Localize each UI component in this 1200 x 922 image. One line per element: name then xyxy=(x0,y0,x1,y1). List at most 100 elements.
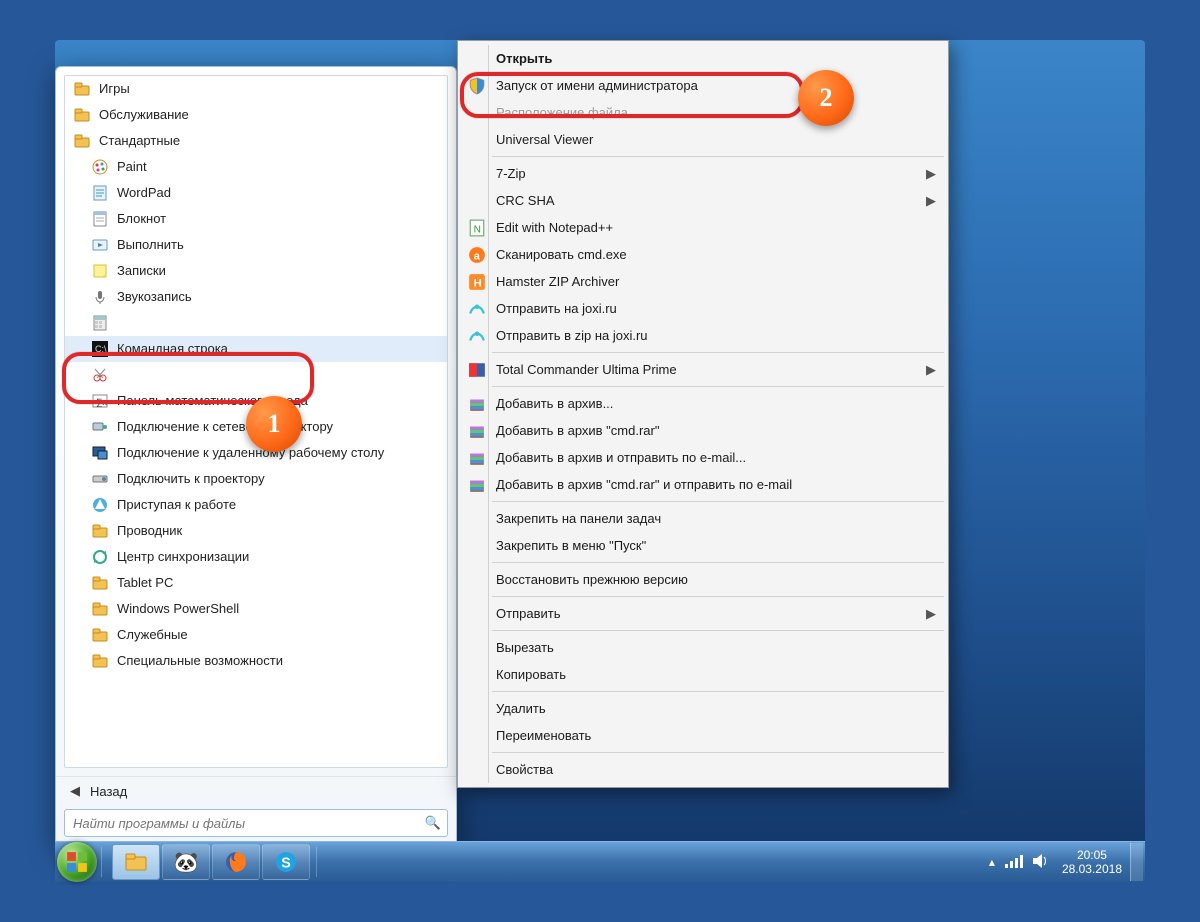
context-menu-item[interactable]: Восстановить прежнюю версию xyxy=(460,566,946,593)
program-item[interactable]: Калькулятор xyxy=(65,310,447,336)
explorer-icon xyxy=(91,522,109,540)
context-menu-item[interactable]: Отправить в zip на joxi.ru xyxy=(460,322,946,349)
program-item-label: Подключение к сетевому проектору xyxy=(117,414,333,440)
context-menu-item[interactable]: Universal Viewer xyxy=(460,126,946,153)
back-button[interactable]: ◀ Назад xyxy=(56,776,456,805)
joxi-icon xyxy=(468,300,486,318)
context-menu-item-label: 7-Zip xyxy=(496,160,526,187)
context-menu-item-label: CRC SHA xyxy=(496,187,555,214)
taskbar-clock[interactable]: 20:05 28.03.2018 xyxy=(1062,848,1122,876)
context-menu-item[interactable]: HHamster ZIP Archiver xyxy=(460,268,946,295)
start-button[interactable] xyxy=(57,842,97,882)
context-menu-item[interactable]: Добавить в архив и отправить по e-mail..… xyxy=(460,444,946,471)
program-folder[interactable]: Служебные xyxy=(65,622,447,648)
context-menu-item-label: Удалить xyxy=(496,695,546,722)
program-folder[interactable]: Обслуживание xyxy=(65,102,447,128)
program-item-label: Специальные возможности xyxy=(117,648,283,674)
hamster-icon: H xyxy=(468,273,486,291)
folder-icon xyxy=(91,652,109,670)
program-item[interactable]: Подключить к проектору xyxy=(65,466,447,492)
program-item-label: Звукозапись xyxy=(117,284,192,310)
context-menu-item[interactable]: Расположение файла xyxy=(460,99,946,126)
context-menu-separator xyxy=(492,352,944,353)
wordpad-icon xyxy=(91,184,109,202)
context-menu-item[interactable]: Total Commander Ultima Prime ▶ xyxy=(460,356,946,383)
context-menu-item[interactable]: Добавить в архив "cmd.rar" xyxy=(460,417,946,444)
context-menu-item[interactable]: Копировать xyxy=(460,661,946,688)
context-menu-item-label: Закрепить в меню "Пуск" xyxy=(496,532,646,559)
clock-date: 28.03.2018 xyxy=(1062,862,1122,876)
context-menu-item[interactable]: Отправить на joxi.ru xyxy=(460,295,946,322)
program-item[interactable]: Звукозапись xyxy=(65,284,447,310)
program-item[interactable]: Проводник xyxy=(65,518,447,544)
tray-chevron-icon[interactable]: ▴ xyxy=(989,855,995,869)
avast-icon: a xyxy=(468,246,486,264)
program-item[interactable]: WordPad xyxy=(65,180,447,206)
winrar-icon xyxy=(468,449,486,467)
context-menu-separator xyxy=(492,562,944,563)
context-menu-item[interactable]: Закрепить в меню "Пуск" xyxy=(460,532,946,559)
context-menu-item[interactable]: CRC SHA ▶ xyxy=(460,187,946,214)
context-menu-item[interactable]: Открыть xyxy=(460,45,946,72)
taskbar-pin-explorer[interactable] xyxy=(112,844,160,880)
program-item[interactable]: Центр синхронизации xyxy=(65,544,447,570)
program-item[interactable]: Подключение к удаленному рабочему столу xyxy=(65,440,447,466)
firefox-icon xyxy=(225,851,247,873)
context-menu-separator xyxy=(492,596,944,597)
svg-text:H: H xyxy=(474,277,482,289)
program-item[interactable]: Блокнот xyxy=(65,206,447,232)
run-icon xyxy=(91,236,109,254)
sync-icon xyxy=(91,548,109,566)
program-folder[interactable]: Tablet PC xyxy=(65,570,447,596)
context-menu-item[interactable]: Свойства xyxy=(460,756,946,783)
context-menu-item[interactable]: Закрепить на панели задач xyxy=(460,505,946,532)
taskbar-pin-skype[interactable]: S xyxy=(262,844,310,880)
taskbar-pin-firefox[interactable] xyxy=(212,844,260,880)
program-folder[interactable]: Windows PowerShell xyxy=(65,596,447,622)
context-menu-item[interactable]: Добавить в архив... xyxy=(460,390,946,417)
program-item[interactable]: Приступая к работе xyxy=(65,492,447,518)
context-menu-item[interactable]: Вырезать xyxy=(460,634,946,661)
svg-text:C:\: C:\ xyxy=(95,344,107,354)
program-item-label: Приступая к работе xyxy=(117,492,236,518)
program-item[interactable]: Paint xyxy=(65,154,447,180)
context-menu-item[interactable]: Удалить xyxy=(460,695,946,722)
svg-text:∑x: ∑x xyxy=(96,397,107,407)
program-item[interactable]: ∑xПанель математического ввода xyxy=(65,388,447,414)
program-item[interactable]: Выполнить xyxy=(65,232,447,258)
folder-icon xyxy=(73,106,91,124)
context-menu-item-label: Сканировать cmd.exe xyxy=(496,241,627,268)
submenu-arrow-icon: ▶ xyxy=(926,356,936,383)
context-menu-item[interactable]: Запуск от имени администратора xyxy=(460,72,946,99)
context-menu-item[interactable]: NEdit with Notepad++ xyxy=(460,214,946,241)
context-menu-item[interactable]: Переименовать xyxy=(460,722,946,749)
program-item-label: Подключение к удаленному рабочему столу xyxy=(117,440,384,466)
submenu-arrow-icon: ▶ xyxy=(926,187,936,214)
skype-icon: S xyxy=(275,851,297,873)
context-menu-item[interactable]: Добавить в архив "cmd.rar" и отправить п… xyxy=(460,471,946,498)
program-item[interactable]: C:\Командная строка xyxy=(65,336,447,362)
show-desktop-button[interactable] xyxy=(1130,843,1143,881)
program-item[interactable]: Подключение к сетевому проектору xyxy=(65,414,447,440)
context-menu-item-label: Закрепить на панели задач xyxy=(496,505,661,532)
search-input[interactable] xyxy=(71,815,425,832)
search-box[interactable]: 🔍 xyxy=(64,809,448,837)
program-folder[interactable]: Игры xyxy=(65,76,447,102)
context-menu-item[interactable]: 7-Zip ▶ xyxy=(460,160,946,187)
program-item[interactable]: Ножницы xyxy=(65,362,447,388)
program-folder[interactable]: Стандартные xyxy=(65,128,447,154)
program-list: ИгрыОбслуживаниеСтандартныеPaintWordPadБ… xyxy=(64,75,448,768)
program-item-label: Paint xyxy=(117,154,147,180)
volume-icon[interactable] xyxy=(1033,854,1049,871)
svg-text:a: a xyxy=(474,250,481,262)
rdp-icon xyxy=(91,444,109,462)
network-icon[interactable] xyxy=(1005,854,1023,871)
taskbar-pin-app[interactable]: 🐼 xyxy=(162,844,210,880)
program-item[interactable]: Записки xyxy=(65,258,447,284)
context-menu-item-label: Total Commander Ultima Prime xyxy=(496,356,677,383)
program-folder[interactable]: Специальные возможности xyxy=(65,648,447,674)
context-menu-item[interactable]: a Сканировать cmd.exe xyxy=(460,241,946,268)
submenu-arrow-icon: ▶ xyxy=(926,160,936,187)
context-menu-item[interactable]: Отправить▶ xyxy=(460,600,946,627)
taskbar-separator xyxy=(101,847,102,877)
